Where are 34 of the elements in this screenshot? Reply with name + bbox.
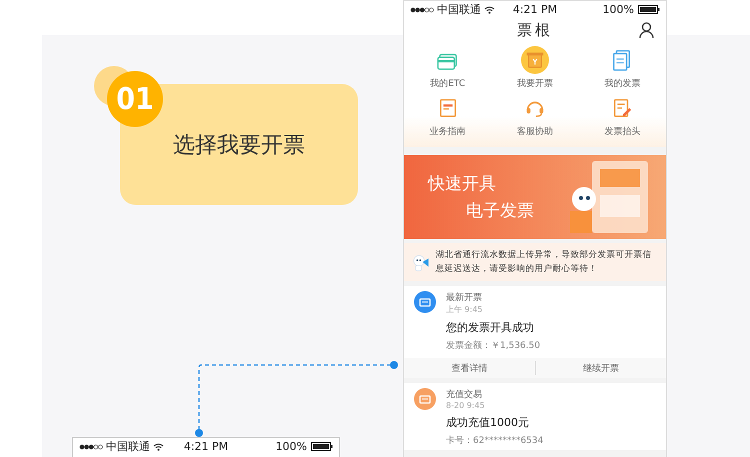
banner-heading: 电子发票 <box>465 200 535 222</box>
menu-tile[interactable]: 我要开票 <box>491 46 579 90</box>
menu-tile[interactable]: 客服协助 <box>491 94 579 138</box>
menu-tile[interactable]: 我的发票 <box>578 46 666 90</box>
card-action-button[interactable]: 继续开票 <box>534 361 666 375</box>
menu-tile[interactable]: 我的ETC <box>404 46 492 90</box>
signal-icon <box>410 6 434 12</box>
message-category: 充值交易 <box>446 388 483 401</box>
battery-percent: 100% <box>276 440 308 453</box>
wifi-icon <box>153 442 164 450</box>
carrier-name: 中国联通 <box>106 439 150 454</box>
step-label: 选择我要开票 <box>173 132 305 160</box>
message-title: 您的发票开具成功 <box>446 320 535 335</box>
battery-icon <box>638 5 660 14</box>
message-time: 上午 9:45 <box>446 304 484 315</box>
notice-text: 湖北省通行流水数据上传异常，导致部分发票可开票信息延迟送达，请受影响的用户耐心等待！ <box>436 248 653 276</box>
signal-icon <box>79 444 103 450</box>
screen-title: 票根 <box>517 20 553 40</box>
menu-tile[interactable]: 发票抬头 <box>578 94 666 138</box>
battery-icon <box>311 442 334 451</box>
message-time: 8-20 9:45 <box>446 401 486 410</box>
card-action-button[interactable]: 查看详情 <box>404 361 534 375</box>
carrier-name: 中国联通 <box>437 2 481 17</box>
status-time: 4:21 PM <box>184 440 228 453</box>
message-detail: 发票金额：￥1,536.50 <box>446 340 542 352</box>
message-title: 成功充值1000元 <box>446 415 530 430</box>
wifi-icon <box>484 6 495 14</box>
user-icon[interactable] <box>639 22 654 38</box>
message-category: 最新开票 <box>446 292 483 304</box>
menu-tile[interactable]: 业务指南 <box>404 94 492 138</box>
message-detail: 卡号：62********6534 <box>446 434 544 447</box>
status-time: 4:21 PM <box>512 3 558 16</box>
banner-heading: 快速开具 <box>428 173 497 195</box>
battery-percent: 100% <box>602 3 634 16</box>
